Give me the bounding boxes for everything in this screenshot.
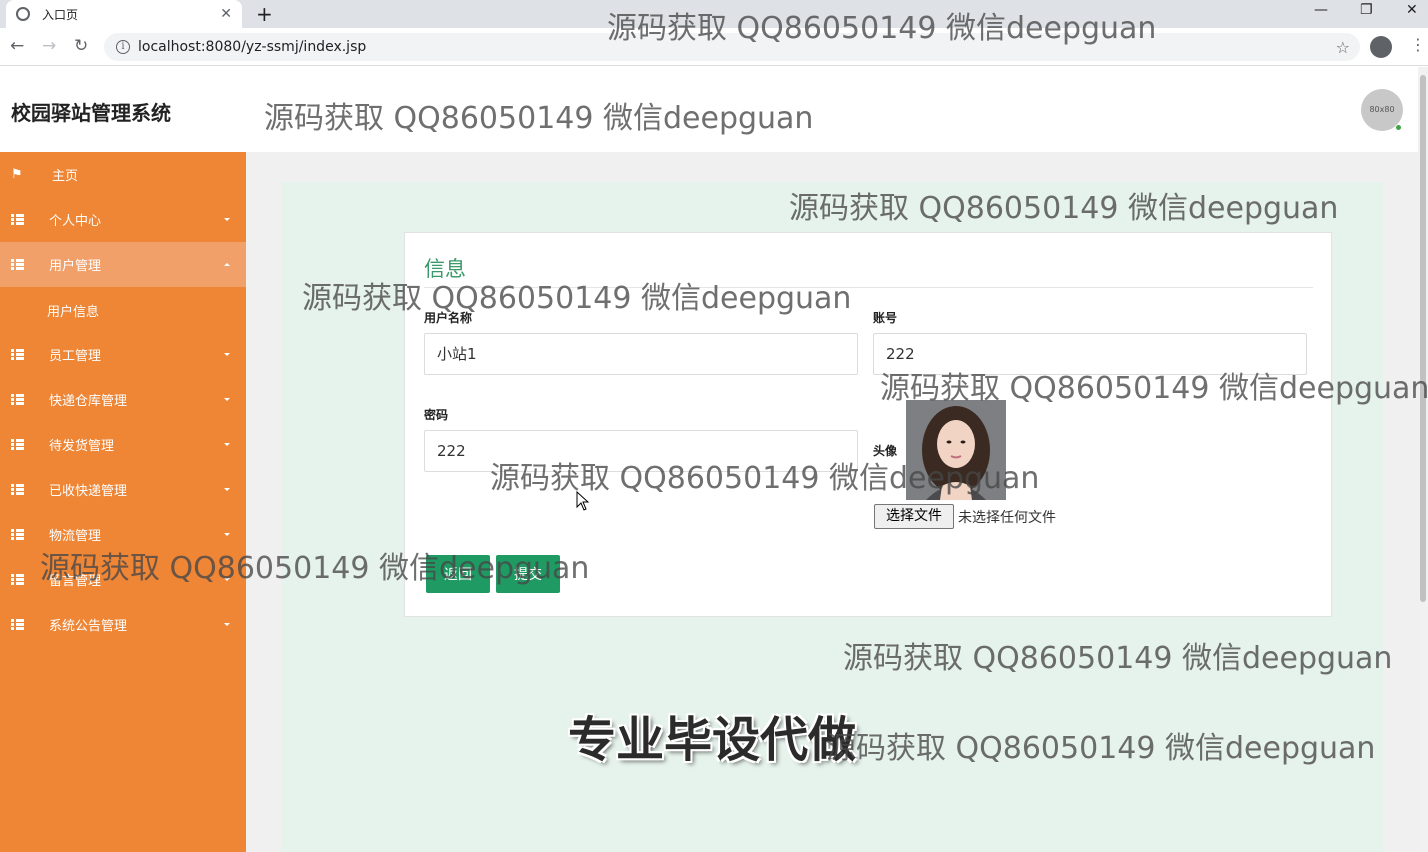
submit-button[interactable]: 提交 [496,555,560,593]
sidebar-item-logistics[interactable]: 物流管理 [0,512,246,557]
password-input[interactable]: 222 [424,430,858,472]
grid-icon [11,394,24,405]
reload-icon[interactable]: ↻ [74,36,88,56]
grid-icon [11,484,24,495]
grid-icon [11,259,24,270]
profile-icon[interactable] [1370,36,1392,58]
grid-icon [11,439,24,450]
forward-arrow-icon[interactable]: → [42,36,56,56]
sidebar-item-pending-shipment[interactable]: 待发货管理 [0,422,246,467]
back-button[interactable]: 返回 [426,555,490,593]
sidebar-item-label: 用户信息 [47,305,100,320]
sidebar-subitem-user-info[interactable]: 用户信息 [0,287,246,332]
account-label: 账号 [873,311,898,325]
sidebar-item-home[interactable]: ⚑ 主页 [0,152,246,197]
sidebar-item-staff-management[interactable]: 员工管理 [0,332,246,377]
username-input[interactable]: 小站1 [424,333,858,375]
sidebar-item-label: 留言管理 [49,574,102,589]
url-text[interactable]: localhost:8080/yz-ssmj/index.jsp [138,39,1336,55]
form-title: 信息 [424,257,466,281]
scrollbar-thumb[interactable] [1420,75,1426,602]
sidebar-item-announcements[interactable]: 系统公告管理 [0,602,246,647]
username-label: 用户名称 [424,311,473,325]
mouse-cursor-icon [576,491,590,511]
minimize-window-button[interactable]: — [1314,2,1328,18]
sidebar-item-warehouse-management[interactable]: 快递仓库管理 [0,377,246,422]
tab-title: 入口页 [42,7,79,22]
close-window-button[interactable]: ✕ [1406,2,1418,18]
sidebar-item-label: 员工管理 [49,349,102,364]
sidebar-item-personal-center[interactable]: 个人中心 [0,197,246,242]
grid-icon [11,529,24,540]
browser-tab[interactable]: 入口页 ✕ [6,0,242,28]
password-label: 密码 [424,408,449,422]
grid-icon [11,619,24,630]
site-info-icon[interactable]: i [116,40,130,54]
sidebar-item-label: 用户管理 [49,259,102,274]
back-arrow-icon[interactable]: ← [10,36,24,56]
close-tab-icon[interactable]: ✕ [220,6,232,22]
browser-menu-icon[interactable]: ⋮ [1410,35,1426,54]
chevron-down-icon [224,398,230,401]
chevron-down-icon [224,533,230,536]
flag-icon: ⚑ [11,167,23,182]
sidebar-item-label: 已收快递管理 [49,484,128,499]
sidebar-item-received-express[interactable]: 已收快递管理 [0,467,246,512]
app-header: 校园驿站管理系统 80x80 [0,67,1418,152]
online-status-dot [1395,124,1402,131]
grid-icon [11,349,24,360]
choose-file-button[interactable]: 选择文件 [874,504,954,529]
chevron-up-icon [224,263,230,266]
sidebar-item-label: 待发货管理 [49,439,115,454]
avatar-preview-image [906,400,1006,500]
sidebar-item-label: 主页 [52,169,79,184]
chevron-down-icon [224,353,230,356]
app-brand: 校园驿站管理系统 [11,101,171,125]
sidebar-item-label: 快递仓库管理 [49,394,128,409]
restore-window-button[interactable]: ❐ [1360,2,1373,18]
page-scrollbar[interactable] [1418,67,1428,852]
promo-watermark: 专业毕设代做 [568,712,857,768]
bookmark-star-icon[interactable]: ☆ [1336,38,1350,57]
chevron-down-icon [224,623,230,626]
chevron-down-icon [224,218,230,221]
file-status-text: 未选择任何文件 [958,510,1056,526]
chevron-down-icon [224,578,230,581]
browser-toolbar: ← → ↻ i localhost:8080/yz-ssmj/index.jsp… [0,28,1428,66]
grid-icon [11,214,24,225]
chevron-down-icon [224,488,230,491]
info-form-card: 信息 用户名称 小站1 账号 222 密码 222 头像 选择文件 未选择任何文… [404,232,1332,617]
browser-tab-strip: 入口页 ✕ + — ❐ ✕ [0,0,1428,28]
grid-icon [11,574,24,585]
address-bar[interactable]: i localhost:8080/yz-ssmj/index.jsp ☆ [104,33,1360,61]
title-divider [424,287,1313,288]
sidebar-item-user-management[interactable]: 用户管理 [0,242,246,287]
chevron-down-icon [224,443,230,446]
account-input[interactable]: 222 [873,333,1307,375]
sidebar: ⚑ 主页 个人中心 用户管理 用户信息 员工管理 快递仓库管理 待发货管理 已收… [0,152,246,852]
new-tab-button[interactable]: + [256,2,273,26]
sidebar-item-label: 个人中心 [49,214,102,229]
sidebar-item-label: 物流管理 [49,529,102,544]
globe-icon [16,7,30,21]
sidebar-item-messages[interactable]: 留言管理 [0,557,246,602]
sidebar-item-label: 系统公告管理 [49,619,128,634]
avatar-label: 头像 [873,444,898,458]
